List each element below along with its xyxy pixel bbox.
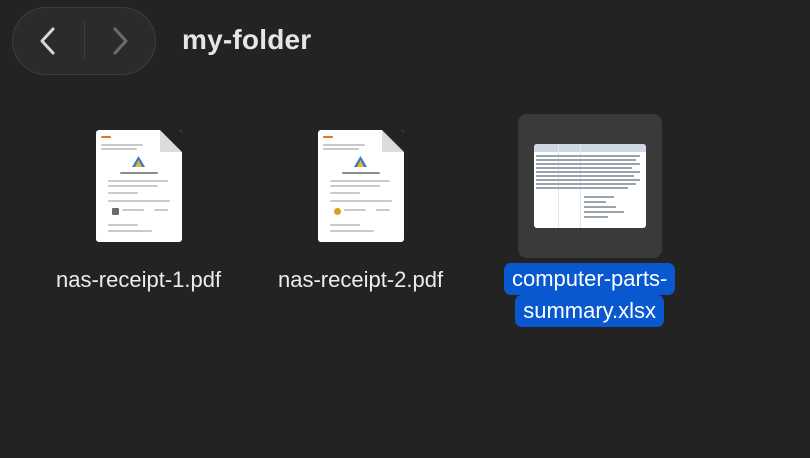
file-thumbnail-selected[interactable] (517, 114, 662, 258)
finder-window: my-folder nas-receipt-1.pdf nas-receipt-… (0, 0, 810, 458)
file-name-label[interactable]: nas-receipt-1.pdf (56, 264, 221, 296)
pdf-document-icon (95, 130, 182, 242)
forward-button[interactable] (85, 8, 156, 74)
pdf-document-icon (317, 130, 404, 242)
file-name-line-2[interactable]: summary.xlsx (515, 295, 665, 327)
file-item-nas-receipt-1[interactable]: nas-receipt-1.pdf (56, 114, 221, 296)
file-name-label[interactable]: nas-receipt-2.pdf (278, 264, 443, 296)
file-thumbnail[interactable] (67, 114, 211, 258)
folder-title: my-folder (182, 24, 312, 55)
file-thumbnail[interactable] (289, 114, 433, 258)
file-name-label-selected[interactable]: computer-parts- summary.xlsx (504, 263, 676, 327)
file-name-line-1[interactable]: computer-parts- (504, 263, 676, 295)
file-item-computer-parts-summary[interactable]: computer-parts- summary.xlsx (504, 114, 676, 327)
file-item-nas-receipt-2[interactable]: nas-receipt-2.pdf (278, 114, 443, 296)
navigation-buttons (12, 7, 156, 75)
back-button[interactable] (13, 8, 84, 74)
chevron-right-icon (113, 27, 128, 55)
chevron-left-icon (40, 27, 55, 55)
spreadsheet-document-icon (533, 144, 646, 228)
